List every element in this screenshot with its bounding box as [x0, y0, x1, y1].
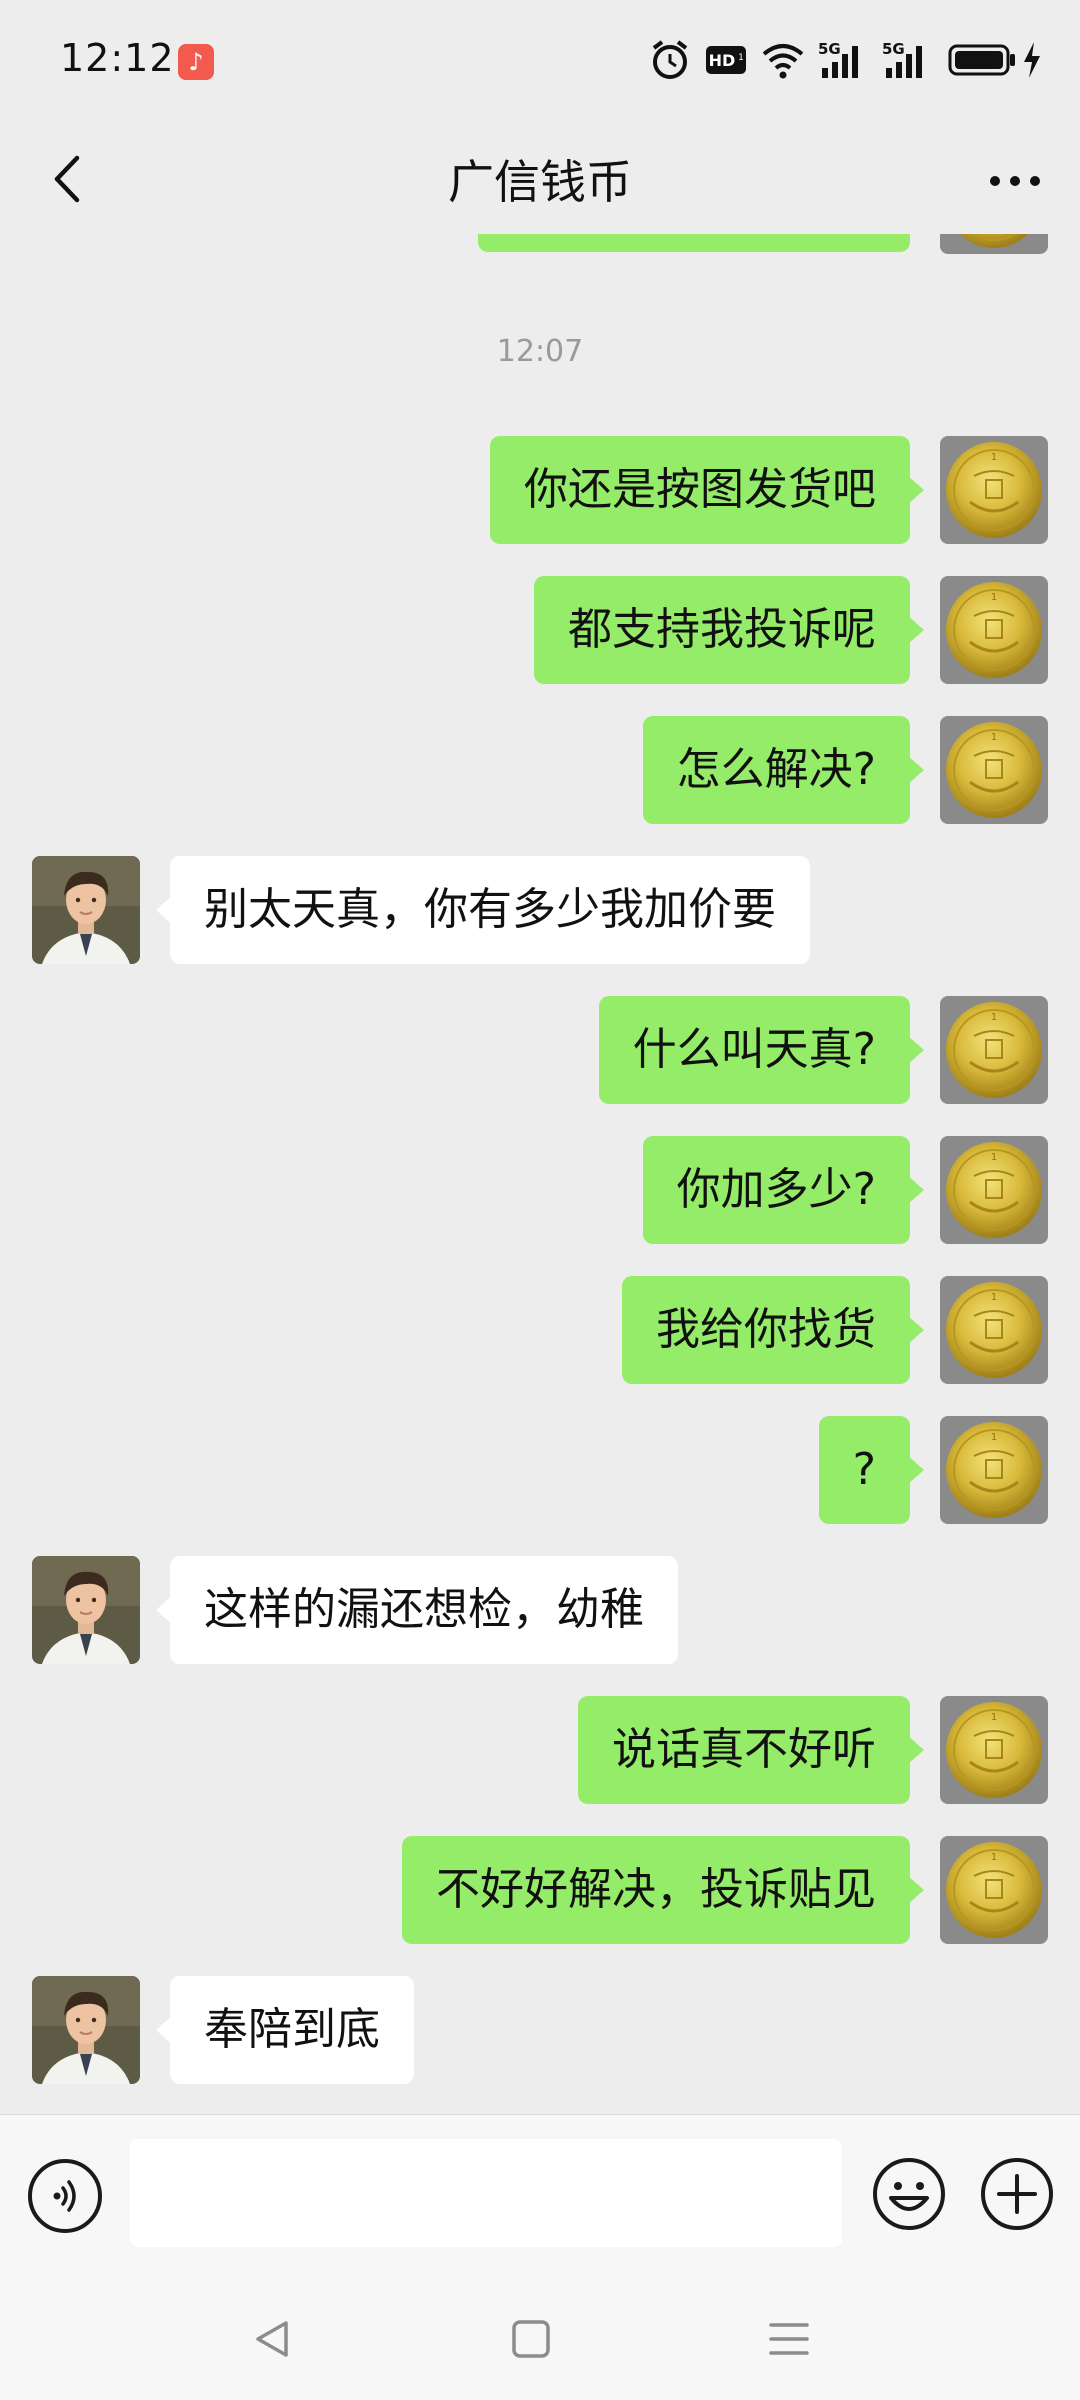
- voice-icon: [53, 2180, 76, 2212]
- message-bubble[interactable]: ?: [818, 1416, 925, 1524]
- alarm-icon: [652, 40, 688, 79]
- status-icons: HD 1 5G 5G: [650, 38, 1050, 86]
- avatar[interactable]: [32, 1976, 140, 2084]
- message-row: ?: [0, 1416, 1080, 1524]
- svg-text:5G: 5G: [882, 40, 905, 58]
- avatar[interactable]: [940, 996, 1048, 1104]
- status-bar: 12:12 ♪ HD 1 5G 5G: [0, 0, 1080, 124]
- emoji-icon: [873, 2158, 945, 2230]
- avatar[interactable]: [32, 856, 140, 964]
- message-row: 不好好解决，投诉贴见: [0, 1836, 1080, 1944]
- message-row: 你还是按图发货吧: [0, 436, 1080, 544]
- music-note-icon: ♪: [178, 44, 214, 80]
- more-functions-button[interactable]: [978, 2155, 1056, 2233]
- message-row: 别太天真，你有多少我加价要: [0, 856, 1080, 964]
- avatar[interactable]: [32, 1556, 140, 1664]
- message-bubble[interactable]: 怎么解决?: [642, 716, 925, 824]
- chat-header: 广信钱币: [0, 124, 1080, 234]
- message-bubble[interactable]: 别太天真，你有多少我加价要: [156, 856, 810, 964]
- message-bubble[interactable]: 这样的漏还想检，幼稚: [156, 1556, 678, 1664]
- avatar[interactable]: [940, 436, 1048, 544]
- avatar[interactable]: [940, 1696, 1048, 1804]
- hd-icon: HD 1: [706, 46, 746, 74]
- message-row: 我给你找货: [0, 1276, 1080, 1384]
- nav-back-icon: [256, 2321, 288, 2357]
- system-home-button[interactable]: [496, 2304, 566, 2374]
- message-bubble[interactable]: 奉陪到底: [156, 1976, 414, 2084]
- message-row: 这样的漏还想检，幼稚: [0, 1556, 1080, 1664]
- message-row: 说话真不好听: [0, 1696, 1080, 1804]
- avatar[interactable]: [940, 1416, 1048, 1524]
- avatar[interactable]: [940, 234, 1048, 254]
- message-bubble[interactable]: 都支持我投诉呢: [534, 576, 924, 684]
- wifi-icon: [762, 44, 804, 79]
- svg-text:1: 1: [738, 53, 744, 63]
- message-input[interactable]: [130, 2139, 842, 2247]
- message-row: 奉陪到底: [0, 1976, 1080, 2084]
- message-bubble[interactable]: 说话真不好听: [578, 1696, 924, 1804]
- message-bubble[interactable]: 你还是按图发货吧: [490, 436, 924, 544]
- message-bubble[interactable]: 不好好解决，投诉贴见: [402, 1836, 924, 1944]
- voice-button[interactable]: [28, 2159, 102, 2233]
- message-list[interactable]: 12:07 你还是按图发货吧 都支持我投诉呢 怎么解决? 别太天真，你有多少我加…: [0, 234, 1080, 2114]
- system-navigation-bar: [0, 2274, 1080, 2400]
- plus-icon: [981, 2158, 1053, 2230]
- svg-text:5G: 5G: [818, 40, 841, 58]
- status-time: 12:12: [60, 36, 175, 80]
- nav-home-icon: [512, 2320, 550, 2358]
- chat-title: 广信钱币: [448, 155, 632, 209]
- message-bubble[interactable]: 什么叫天真?: [598, 996, 925, 1104]
- message-row: 什么叫天真?: [0, 996, 1080, 1104]
- avatar[interactable]: [940, 1276, 1048, 1384]
- avatar[interactable]: [940, 716, 1048, 824]
- message-row: 都支持我投诉呢: [0, 576, 1080, 684]
- svg-text:HD: HD: [709, 51, 736, 70]
- avatar[interactable]: [940, 1836, 1048, 1944]
- message-bubble[interactable]: 你加多少?: [642, 1136, 925, 1244]
- avatar[interactable]: [940, 1136, 1048, 1244]
- input-bar: [0, 2114, 1080, 2274]
- charging-icon: [1024, 42, 1040, 78]
- signal-5g-icon: 5G: [882, 40, 922, 78]
- avatar[interactable]: [940, 576, 1048, 684]
- message-row: 怎么解决?: [0, 716, 1080, 824]
- signal-5g-icon: 5G: [818, 40, 858, 78]
- message-timestamp: 12:07: [496, 334, 584, 369]
- system-menu-button[interactable]: [754, 2304, 824, 2374]
- more-button[interactable]: [980, 146, 1050, 216]
- emoji-button[interactable]: [870, 2155, 948, 2233]
- system-back-button[interactable]: [237, 2304, 307, 2374]
- battery-icon: [948, 44, 1015, 76]
- more-icon: [990, 176, 1040, 186]
- message-row: 你加多少?: [0, 1136, 1080, 1244]
- nav-menu-icon: [769, 2323, 809, 2355]
- message-bubble-partial[interactable]: [478, 234, 910, 252]
- message-bubble[interactable]: 我给你找货: [622, 1276, 924, 1384]
